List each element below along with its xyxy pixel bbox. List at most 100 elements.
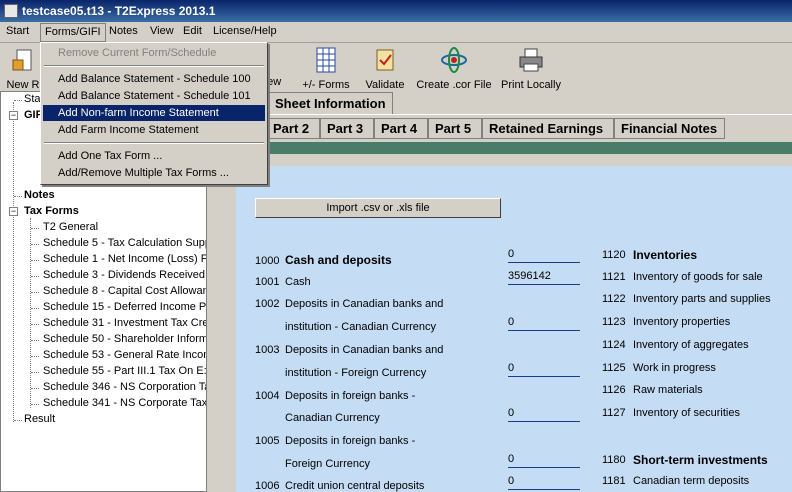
gifi-code: 1123 xyxy=(602,316,626,328)
tab-sheet-information[interactable]: Sheet Information xyxy=(266,92,393,114)
gifi-label: Short-term investments xyxy=(633,453,768,467)
gifi-code: 1120 xyxy=(602,249,626,261)
menu-license-help[interactable]: License/Help xyxy=(213,25,277,37)
gifi-label: Cash and deposits xyxy=(285,253,392,267)
menu-start[interactable]: Start xyxy=(6,25,29,37)
create-cor-label: Create .cor File xyxy=(416,79,492,91)
gifi-code: 1180 xyxy=(602,454,626,466)
menu-item-add-remove-multiple[interactable]: Add/Remove Multiple Tax Forms ... xyxy=(43,165,265,181)
window-titlebar: testcase05.t13 - T2Express 2013.1 xyxy=(0,0,792,22)
tree-collapse-gifi-icon[interactable]: − xyxy=(9,111,18,120)
tree-item-start[interactable]: Sta xyxy=(24,93,41,105)
gifi-label: Credit union central deposits xyxy=(285,480,425,492)
forms-label: +/- Forms xyxy=(302,79,350,91)
tab-part-3[interactable]: Part 3 xyxy=(320,118,374,139)
import-file-button[interactable]: Import .csv or .xls file xyxy=(255,198,501,218)
gifi-code: 1181 xyxy=(602,475,626,487)
new-return-label: New R xyxy=(6,79,40,91)
gifi-label: Cash xyxy=(285,276,311,288)
create-cor-button[interactable]: Create .cor File xyxy=(414,46,494,91)
gifi-code: 1122 xyxy=(602,293,626,305)
tree-item-notes[interactable]: Notes xyxy=(24,189,55,201)
new-return-button[interactable]: New R xyxy=(6,46,40,91)
gifi-code: 1127 xyxy=(602,407,626,419)
gifi-label: Inventory of aggregates xyxy=(633,339,749,351)
gifi-value-field[interactable]: 0 xyxy=(508,316,580,331)
gifi-label: Raw materials xyxy=(633,384,703,396)
menu-item-add-one-tax-form[interactable]: Add One Tax Form ... xyxy=(43,148,265,164)
tab-retained-earnings[interactable]: Retained Earnings xyxy=(482,118,614,139)
tree-item-schedule[interactable]: Schedule 53 - General Rate Incom xyxy=(43,349,206,361)
atom-icon xyxy=(441,47,467,73)
gifi-value-field[interactable]: 0 xyxy=(508,248,580,263)
tree-item-schedule[interactable]: T2 General xyxy=(43,221,98,233)
gifi-code: 1124 xyxy=(602,339,626,351)
gifi-label-line2: Foreign Currency xyxy=(285,458,370,470)
forms-gifi-dropdown: Remove Current Form/Schedule Add Balance… xyxy=(40,42,268,185)
gifi-code: 1005 xyxy=(255,435,280,447)
gifi-value-field[interactable]: 0 xyxy=(508,453,580,468)
print-locally-button[interactable]: Print Locally xyxy=(500,46,562,91)
gifi-label: Inventory of goods for sale xyxy=(633,271,763,283)
gifi-label: Deposits in foreign banks - xyxy=(285,390,416,402)
tree-item-schedule[interactable]: Schedule 346 - NS Corporation Ta xyxy=(43,381,206,393)
tree-item-schedule[interactable]: Schedule 3 - Dividends Received, xyxy=(43,269,206,281)
tab-part-5[interactable]: Part 5 xyxy=(428,118,482,139)
tab-part-2[interactable]: Part 2 xyxy=(266,118,320,139)
tab-financial-notes[interactable]: Financial Notes xyxy=(614,118,725,139)
gifi-label: Work in progress xyxy=(633,362,716,374)
tab-part-4[interactable]: Part 4 xyxy=(374,118,428,139)
gifi-label: Inventory parts and supplies xyxy=(633,293,771,305)
window-title: testcase05.t13 - T2Express 2013.1 xyxy=(22,4,216,18)
gifi-label-line2: institution - Foreign Currency xyxy=(285,367,427,379)
gifi-value-field[interactable]: 0 xyxy=(508,407,580,422)
tree-item-schedule[interactable]: Schedule 5 - Tax Calculation Supp xyxy=(43,237,206,249)
section-bar xyxy=(215,142,792,154)
menu-view[interactable]: View xyxy=(150,25,174,37)
gifi-value-field[interactable]: 3596142 xyxy=(508,270,580,285)
menu-item-add-schedule-100[interactable]: Add Balance Statement - Schedule 100 xyxy=(43,71,265,87)
gifi-value-field[interactable]: 0 xyxy=(508,475,580,490)
tree-item-schedule[interactable]: Schedule 15 - Deferred Income Pla xyxy=(43,301,206,313)
menu-notes[interactable]: Notes xyxy=(109,25,138,37)
menu-item-remove-form: Remove Current Form/Schedule xyxy=(58,47,217,59)
menu-item-add-non-farm-income[interactable]: Add Non-farm Income Statement xyxy=(43,105,265,121)
menu-edit[interactable]: Edit xyxy=(183,25,202,37)
validate-button[interactable]: Validate xyxy=(364,46,406,91)
menu-item-add-schedule-101[interactable]: Add Balance Statement - Schedule 101 xyxy=(43,88,265,104)
gifi-code: 1002 xyxy=(255,298,280,310)
gifi-code: 1004 xyxy=(255,390,280,402)
gifi-label: Deposits in Canadian banks and xyxy=(285,298,444,310)
gifi-code: 1001 xyxy=(255,276,280,288)
gifi-value-field[interactable]: 0 xyxy=(508,362,580,377)
gifi-code: 1006 xyxy=(255,480,280,492)
gifi-label: Deposits in Canadian banks and xyxy=(285,344,444,356)
gifi-label-line2: institution - Canadian Currency xyxy=(285,321,437,333)
tree-item-schedule[interactable]: Schedule 55 - Part III.1 Tax On E: xyxy=(43,365,206,377)
tree-item-schedule[interactable]: Schedule 31 - Investment Tax Cre xyxy=(43,317,206,329)
tree-collapse-tax-forms-icon[interactable]: − xyxy=(9,207,18,216)
gifi-code: 1125 xyxy=(602,362,626,374)
gifi-label-line2: Canadian Currency xyxy=(285,412,380,424)
tree-item-schedule[interactable]: Schedule 341 - NS Corporate Tax xyxy=(43,397,206,409)
print-locally-label: Print Locally xyxy=(501,79,561,91)
gifi-code: 1126 xyxy=(602,384,626,396)
gifi-label: Canadian term deposits xyxy=(633,475,750,487)
tree-item-schedule[interactable]: Schedule 50 - Shareholder Inform xyxy=(43,333,206,345)
printer-icon xyxy=(519,48,543,72)
gifi-code: 1121 xyxy=(602,271,626,283)
menu-item-add-farm-income[interactable]: Add Farm Income Statement xyxy=(43,122,265,138)
tree-item-schedule[interactable]: Schedule 1 - Net Income (Loss) Fo xyxy=(43,253,206,265)
tree-item-schedule[interactable]: Schedule 8 - Capital Cost Allowan xyxy=(43,285,206,297)
gifi-label: Inventory of securities xyxy=(633,407,740,419)
tree-item-result[interactable]: Result xyxy=(24,413,55,425)
validate-label: Validate xyxy=(365,79,405,91)
gifi-code: 1003 xyxy=(255,344,280,356)
gifi-label: Inventories xyxy=(633,248,698,262)
app-icon xyxy=(4,4,18,18)
tree-item-tax-forms[interactable]: Tax Forms xyxy=(24,205,79,217)
gifi-label: Deposits in foreign banks - xyxy=(285,435,416,447)
menu-forms-gifi[interactable]: Forms/GIFI xyxy=(40,23,106,42)
forms-button[interactable]: +/- Forms xyxy=(298,46,354,91)
menubar: Start Forms/GIFI Notes View Edit License… xyxy=(0,22,792,43)
